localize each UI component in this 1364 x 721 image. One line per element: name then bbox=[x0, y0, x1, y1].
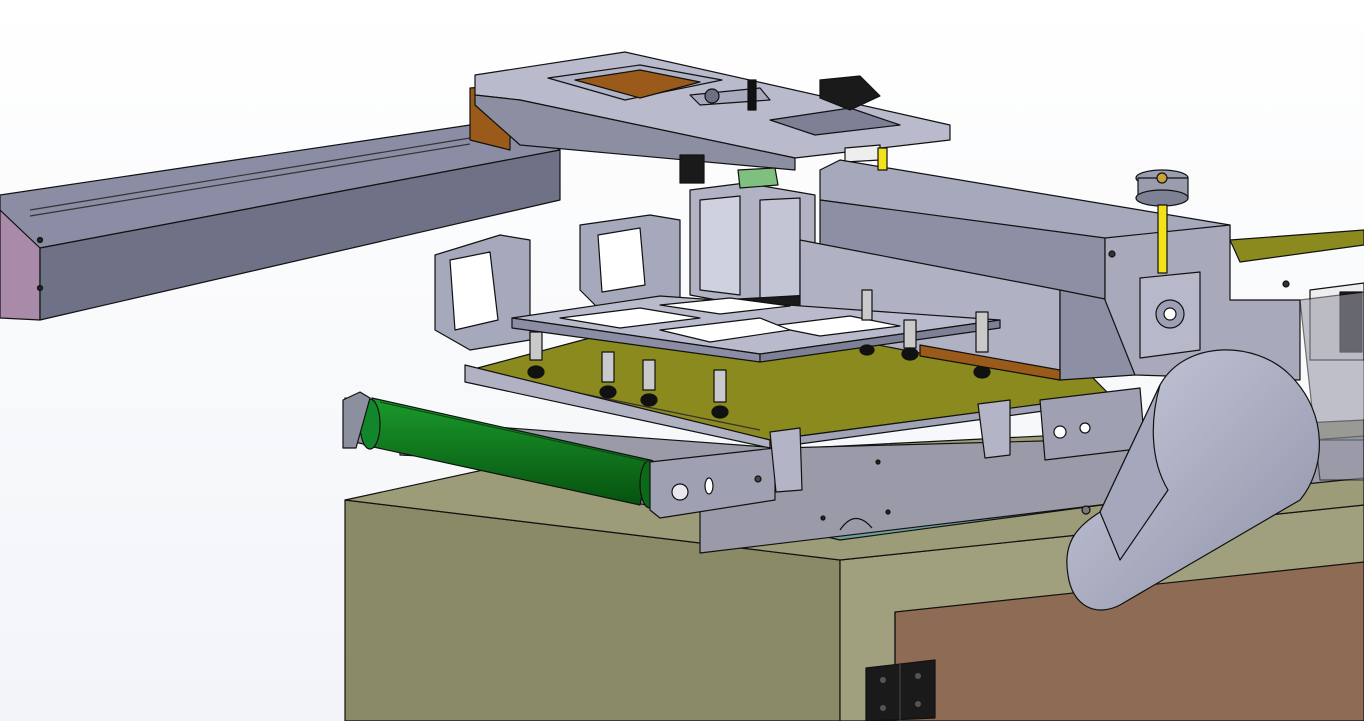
cad-viewport[interactable] bbox=[0, 0, 1364, 721]
vacuum-cup bbox=[640, 359, 658, 407]
vacuum-cup bbox=[527, 331, 545, 379]
vacuum-cup bbox=[599, 351, 617, 399]
vacuum-cup bbox=[901, 319, 919, 361]
machine-assembly-model[interactable] bbox=[0, 0, 1364, 721]
vacuum-cup bbox=[711, 369, 729, 419]
door-hinge[interactable] bbox=[865, 659, 936, 721]
